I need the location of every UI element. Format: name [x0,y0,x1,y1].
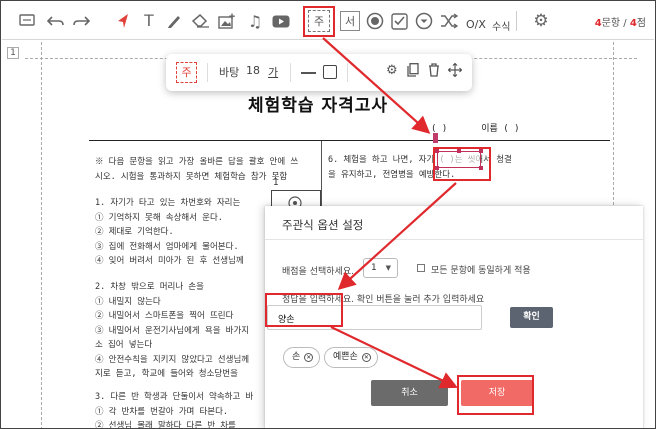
option-line: ② 내밀어서 스마트폰을 찍어 뜨린다 [95,311,234,321]
editor-toolbar: T ♫ 주 서 O/X 수식 ⚙ 4문항 / 4점 [2,2,654,40]
shuffle-icon[interactable] [438,10,460,32]
instruction-line: ※ 다음 문항을 읽고 가장 올바른 답을 괄호 안에 쓰 [95,157,299,167]
image-number: 1 [273,178,279,188]
move-icon[interactable] [447,62,463,81]
short-answer-tool-highlight [303,6,335,37]
pointer-icon[interactable] [112,10,134,32]
text-icon[interactable]: T [138,10,160,32]
option-line: 지로 듣고, 학교에 들어와 청소당번을 [95,369,238,379]
instructions: ※ 다음 문항을 읽고 가장 올바른 답을 괄호 안에 쓰 시오. 시험을 통과… [95,155,298,184]
answer-input-highlight [265,293,343,327]
option-line: ② 제대로 기억한다. [95,227,174,237]
option-line: ① 기억하지 못해 속상해서 운다. [95,212,223,223]
question-stem: 2. 차창 밖으로 머리나 손을 [95,282,204,292]
dropdown-icon[interactable] [413,10,435,32]
question-stem: 1. 자기가 타고 있는 차번호와 자리는 [95,198,241,208]
remove-chip-icon[interactable]: ✕ [304,353,314,362]
page-margin-left [41,42,42,428]
question-count-unit: 문항 [601,18,621,29]
chip-label: 예쁜손 [333,352,358,362]
option-line: ② 선생님 몰래 말하다 다른 반 차를 [95,421,236,429]
option-line: ④ 잊어 버려서 미아가 된 후 선생님께 [95,256,244,266]
ox-tool[interactable]: O/X [466,13,486,35]
music-icon[interactable]: ♫ [244,10,266,32]
divider [290,63,291,82]
header-rule [89,140,610,141]
count-separator: / [620,18,630,29]
short-answer-icon[interactable]: 주 [176,62,197,83]
formula-tool[interactable]: 수식 [492,14,510,36]
apply-all-label: 모든 문항에 동일하게 적용 [431,266,531,276]
toolbar-divider [516,11,517,31]
font-family-select[interactable]: 바탕 [219,64,239,80]
trash-icon[interactable] [428,63,440,81]
question-1: 1. 자기가 타고 있는 차번호와 자리는 ① 기억하지 못해 속상해서 운다.… [95,196,244,269]
remove-chip-icon[interactable]: ✕ [361,353,371,362]
option-line: ① 내밀지 않는다 [95,296,161,307]
option-line: ④ 안전수칙을 지키지 않았다고 선생님께 [95,354,250,365]
app-frame: T ♫ 주 서 O/X 수식 ⚙ 4문항 / 4점 1 체험학습 자격고사 (… [0,0,656,429]
question-3: 3. 다른 반 학생과 단둘이서 약속하고 바 ① 각 반차를 번갈아 가며 타… [95,390,254,429]
score-select-value: 1 [371,263,377,273]
copy-icon[interactable] [407,63,419,81]
option-line: 소 집어 넣는다 [95,340,153,350]
divider [347,63,348,82]
answer-box-tab [433,133,438,143]
answer-box-toolbar: 주 바탕 18 가 ⚙ [166,54,472,91]
image-add-icon[interactable] [216,10,238,32]
option-line: ③ 집에 전화해서 엄마에게 물어본다. [95,241,239,252]
font-style-button[interactable]: 가 [268,64,278,80]
cancel-button[interactable]: 취소 [371,380,448,406]
option-line: ① 각 반차를 번갈아 가며 타본다. [95,406,229,417]
question-stem: 3. 다른 반 학생과 단둘이서 약속하고 바 [95,392,254,402]
redo-icon[interactable] [70,10,92,32]
point-count-value: 4 [629,18,637,29]
divider [207,63,208,82]
answer-chip[interactable]: 손 ✕ [283,347,321,368]
square-icon[interactable] [323,65,337,79]
confirm-button[interactable]: 확인 [510,307,553,328]
instruction-line: 시오. 시험을 통과하지 못하면 체험학습 참가 못함 [95,171,288,182]
checkbox-icon[interactable] [388,10,410,32]
question-2: 2. 차창 밖으로 머리나 손을 ① 내밀지 않는다 ② 내밀어서 스마트폰을 … [95,280,249,382]
question-count-value: 4 [594,18,602,29]
gear-icon[interactable]: ⚙ [386,63,398,78]
pen-icon[interactable] [163,10,185,32]
video-icon[interactable] [270,10,292,32]
score-select[interactable]: 1 ▼ [363,258,398,278]
gear-icon[interactable]: ⚙ [530,10,552,32]
answer-blank-highlight [433,147,491,181]
eraser-icon[interactable] [190,10,212,32]
option-line: ③ 내밀어서 운전기사님에게 욕을 바가지 [95,325,250,336]
apply-all-checkbox[interactable] [417,264,425,272]
document-title: 체험학습 자격고사 [248,96,389,116]
line-icon[interactable] [301,72,316,74]
radio-icon[interactable] [364,10,386,32]
comment-icon[interactable] [16,10,38,32]
question-count: 4문항 / 4점 [595,14,646,29]
undo-icon[interactable] [45,10,67,32]
dialog-title: 주관식 옵션 설정 [282,218,364,232]
essay-icon[interactable]: 서 [340,11,360,31]
page-number: 1 [7,47,19,59]
chip-label: 손 [292,352,301,362]
chevron-down-icon: ▼ [385,264,391,272]
score-label: 배점을 선택하세요. [282,267,354,277]
font-size-select[interactable]: 18 [246,64,260,77]
save-button-highlight [457,375,534,415]
answer-chip[interactable]: 예쁜손 ✕ [324,347,378,368]
name-field: 이름 ( ) [481,124,520,134]
student-name-line: ( ) 이름 ( ) [431,121,520,134]
point-count-unit: 점 [636,18,646,29]
dialog-divider [265,239,643,240]
